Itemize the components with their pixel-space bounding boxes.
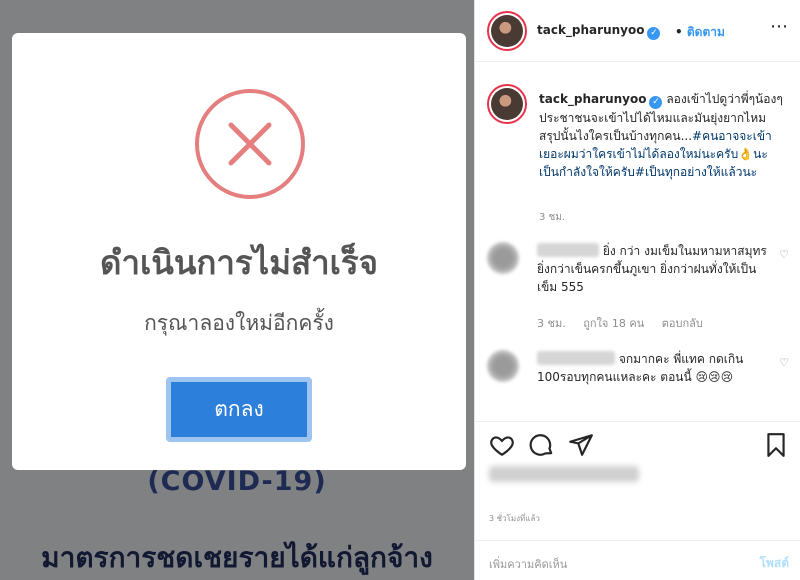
comment-time[interactable]: 3 ชม. [537,317,566,330]
post-image[interactable]: (COVID-19) มาตรการชดเชยรายได้แก่ลูกจ้าง … [0,0,474,580]
comment-item: จกมากคะ พี่แทค กดเกิน 100รอบทุกคนแหละคะ … [487,350,789,410]
error-dialog-subtitle: กรุณาลองใหม่อีกครั้ง [144,311,334,335]
commenter-username-blurred[interactable] [537,351,615,365]
likes-count-blurred[interactable] [489,466,639,482]
heart-icon[interactable]: ♡ [779,356,789,369]
comment-likes[interactable]: ถูกใจ 18 คน [583,317,644,330]
post-caption: tack_pharunyoo ✓ ลองเข้าไปดูว่าพี่ๆน้องๆป… [539,90,787,181]
comment-emojis: 😢😢😢 [695,370,734,384]
post-side-panel: tack_pharunyoo ✓ • ติดตาม ⋯ tack_pharunyo… [474,0,800,580]
share-send-icon[interactable] [568,432,594,458]
comment-meta: 3 ชม. ถูกใจ 18 คน ตอบกลับ [537,314,717,332]
post-header: tack_pharunyoo ✓ • ติดตาม ⋯ [475,0,800,62]
error-dialog-title: ดำเนินการไม่สำเร็จ [100,243,378,282]
ok-button[interactable]: ตกลง [166,377,312,442]
add-comment-input[interactable]: เพิ่มความคิดเห็น [489,555,567,573]
post-comment-button[interactable]: โพสต์ [760,554,789,573]
follow-link[interactable]: • ติดตาม [675,23,725,42]
reply-button[interactable]: ตอบกลับ [662,317,703,330]
like-heart-icon[interactable] [489,432,515,458]
separator-dot: • [675,25,683,39]
comment-item: ยิ่ง กว่า งมเข็มในมหามหาสมุทร ยิ่งกว่าเข… [487,242,789,332]
error-dialog: ดำเนินการไม่สำเร็จ กรุณาลองใหม่อีกครั้ง … [12,33,466,470]
author-avatar[interactable] [487,11,527,51]
verified-badge-icon: ✓ [647,27,661,40]
action-bar [475,421,800,469]
more-horizontal-icon[interactable]: ⋯ [770,16,789,37]
bookmark-icon[interactable] [763,432,789,458]
comment-bubble-icon[interactable] [529,432,555,458]
commenter-avatar[interactable] [487,242,519,274]
verified-badge-icon: ✓ [649,96,663,109]
image-background-text-covid: (COVID-19) [147,466,327,497]
heart-icon[interactable]: ♡ [779,248,789,261]
caption-emoji: 👌 [738,147,754,161]
error-x-circle-icon [195,89,305,199]
post-timestamp[interactable]: 3 ชั่วโมงที่แล้ว [489,512,540,525]
add-comment-bar: เพิ่มความคิดเห็น โพสต์ [475,540,800,580]
author-username[interactable]: tack_pharunyoo ✓ [537,23,661,40]
hashtag-link-2[interactable]: #เป็นทุกอย่างให้แล้วนะ [635,165,757,179]
image-background-text-measure: มาตรการชดเชยรายได้แก่ลูกจ้าง [41,541,433,574]
caption-timestamp[interactable]: 3 ชม. [539,210,565,225]
commenter-avatar[interactable] [487,350,519,382]
follow-button[interactable]: ติดตาม [687,25,725,39]
commenter-username-blurred[interactable] [537,243,599,257]
caption-author-avatar[interactable] [487,84,527,124]
caption-username[interactable]: tack_pharunyoo [539,92,646,106]
